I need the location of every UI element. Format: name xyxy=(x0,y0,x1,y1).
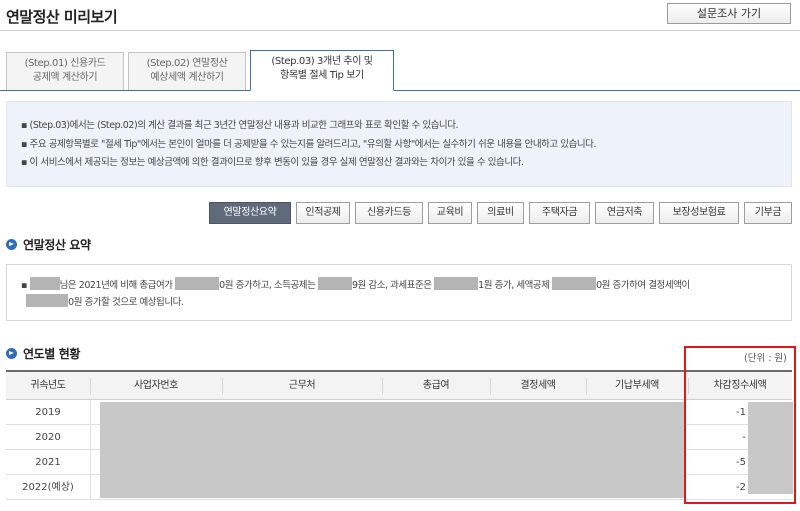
title-divider xyxy=(0,30,800,31)
page-title: 연말정산 미리보기 xyxy=(6,8,118,26)
info-line-3: ▪ 이 서비스에서 제공되는 정보는 예상금액에 의한 결과이므로 향후 변동이… xyxy=(21,157,524,168)
cat-credit-card-button[interactable]: 신용카드등 xyxy=(355,202,423,224)
tab-step-01-line2: 공제액 계산하기 xyxy=(32,72,98,83)
col-workplace: 근무처 xyxy=(288,380,316,391)
summary-p2: 0원 증가하고, 소득공제는 xyxy=(219,280,316,291)
summary-title-text: 연말정산 요약 xyxy=(23,238,91,252)
cat-personal-deduction-button[interactable]: 인적공제 xyxy=(296,202,350,224)
col-determined-tax: 결정세액 xyxy=(520,380,556,391)
col-total-salary: 총급여 xyxy=(422,380,450,391)
redacted-name xyxy=(29,277,60,290)
redacted-amount xyxy=(26,294,69,307)
summary-bullet: ▪ xyxy=(21,280,27,291)
tab-step-02-line2: 예상세액 계산하기 xyxy=(150,72,224,83)
yearly-title-text: 연도별 현황 xyxy=(23,347,80,361)
summary-p1: 님은 2021년에 비해 총급여가 xyxy=(59,280,173,291)
summary-p3: 9원 감소, 과세표준은 xyxy=(351,280,432,291)
redacted-amount xyxy=(552,277,597,290)
redacted-amount xyxy=(317,277,352,290)
section-arrow-icon xyxy=(6,348,17,359)
summary-p6: 0원 증가할 것으로 예상됩니다. xyxy=(68,297,184,308)
row-year: 2019 xyxy=(35,407,61,418)
info-line-2: ▪ 주요 공제항목별로 "절세 Tip"에서는 본인이 얼마를 더 공제받을 수… xyxy=(21,138,597,150)
col-year: 귀속년도 xyxy=(30,380,66,391)
info-line-1: ▪ (Step.03)에서는 (Step.02)의 계산 결과를 최근 3년간 … xyxy=(21,120,459,131)
summary-line-1: ▪ 님은 2021년에 비해 총급여가 0원 증가하고, 소득공제는 9원 감소… xyxy=(21,277,791,294)
cat-housing-button[interactable]: 주택자금 xyxy=(529,202,590,224)
tab-step-01-line1: (Step.01) 신용카드 xyxy=(24,58,106,69)
tab-step-03-line1: (Step.03) 3개년 추이 및 xyxy=(271,56,373,67)
tab-step-03-line2: 항목별 절세 Tip 보기 xyxy=(280,70,364,81)
tab-step-02[interactable]: (Step.02) 연말정산 예상세액 계산하기 xyxy=(128,52,246,90)
info-box: ▪ (Step.03)에서는 (Step.02)의 계산 결과를 최근 3년간 … xyxy=(6,101,792,187)
col-prepaid-tax: 기납부세액 xyxy=(614,380,659,391)
tab-step-01[interactable]: (Step.01) 신용카드 공제액 계산하기 xyxy=(6,52,124,90)
section-arrow-icon xyxy=(6,239,17,250)
row-year: 2022(예상) xyxy=(22,482,74,493)
tab-step-02-line1: (Step.02) 연말정산 xyxy=(146,58,228,69)
redacted-table-block xyxy=(100,402,686,498)
col-business-number: 사업자번호 xyxy=(133,380,178,391)
tab-step-03[interactable]: (Step.03) 3개년 추이 및 항목별 절세 Tip 보기 xyxy=(250,50,394,91)
cat-insurance-button[interactable]: 보장성보험료 xyxy=(659,202,739,224)
table-header: 귀속년도 사업자번호 근무처 총급여 결정세액 기납부세액 차감징수세액 xyxy=(6,372,792,400)
highlight-box xyxy=(684,346,796,504)
cat-education-button[interactable]: 교육비 xyxy=(428,202,472,224)
yearly-section-title: 연도별 현황 xyxy=(6,345,80,362)
cat-medical-button[interactable]: 의료비 xyxy=(477,202,524,224)
cat-donation-button[interactable]: 기부금 xyxy=(744,202,792,224)
cat-summary-button[interactable]: 연말정산요약 xyxy=(209,202,291,224)
summary-p5: 0원 증가하여 결정세액이 xyxy=(596,280,690,291)
summary-p4: 1원 증가, 세액공제 xyxy=(478,280,550,291)
summary-section-title: 연말정산 요약 xyxy=(6,236,91,253)
redacted-amount xyxy=(175,277,220,290)
row-year: 2021 xyxy=(35,457,61,468)
summary-box: ▪ 님은 2021년에 비해 총급여가 0원 증가하고, 소득공제는 9원 감소… xyxy=(6,264,792,321)
survey-button[interactable]: 설문조사 가기 xyxy=(667,3,791,24)
row-year: 2020 xyxy=(35,432,61,443)
redacted-amount xyxy=(434,277,479,290)
year-column-divider xyxy=(90,400,91,500)
summary-line-2: 0원 증가할 것으로 예상됩니다. xyxy=(21,294,791,311)
tab-underline xyxy=(0,90,800,91)
cat-pension-button[interactable]: 연금저축 xyxy=(595,202,654,224)
